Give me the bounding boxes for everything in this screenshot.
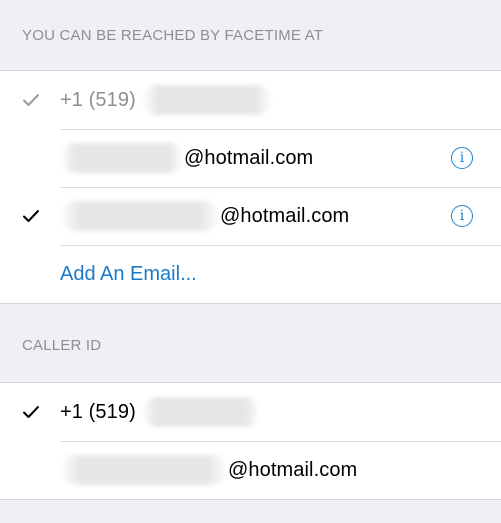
email-domain: @hotmail.com [228, 458, 358, 481]
phone-number-prefix: +1 (519) [60, 88, 136, 111]
info-icon[interactable]: i [451, 147, 473, 169]
caller-id-email-label: @hotmail.com [60, 455, 357, 485]
info-icon[interactable]: i [451, 205, 473, 227]
facetime-row-email-1[interactable]: @hotmail.com i [0, 129, 501, 187]
checkmark-icon [22, 403, 40, 421]
facetime-row-email-2[interactable]: @hotmail.com i [0, 187, 501, 245]
redacted-phone-digits [141, 397, 260, 427]
checkmark-icon [22, 91, 40, 109]
add-email-row[interactable]: Add An Email... [0, 245, 501, 303]
facetime-phone-label: +1 (519) [60, 85, 272, 115]
redacted-email-user [60, 455, 228, 485]
caller-id-phone-label: +1 (519) [60, 397, 260, 427]
facetime-addresses-group: +1 (519) @hotmail.com i @hotmail.com i A… [0, 70, 501, 304]
caller-id-group: +1 (519) @hotmail.com [0, 382, 501, 500]
facetime-settings-screen: YOU CAN BE REACHED BY FACETIME AT +1 (51… [0, 0, 501, 523]
add-email-link[interactable]: Add An Email... [60, 263, 197, 286]
caller-id-section-header: CALLER ID [0, 308, 501, 382]
facetime-section-title: YOU CAN BE REACHED BY FACETIME AT [22, 26, 324, 44]
caller-id-row-phone[interactable]: +1 (519) [0, 383, 501, 441]
redacted-phone-digits [141, 85, 272, 115]
redacted-email-user [60, 201, 220, 231]
facetime-section-header: YOU CAN BE REACHED BY FACETIME AT [0, 0, 501, 70]
redacted-email-user [60, 143, 184, 173]
facetime-email-2-label: @hotmail.com [60, 201, 349, 231]
caller-id-section-title: CALLER ID [22, 336, 102, 354]
phone-number-prefix: +1 (519) [60, 400, 136, 423]
caller-id-row-email[interactable]: @hotmail.com [0, 441, 501, 499]
email-domain: @hotmail.com [220, 204, 350, 227]
facetime-row-phone[interactable]: +1 (519) [0, 71, 501, 129]
checkmark-icon [22, 207, 40, 225]
facetime-email-1-label: @hotmail.com [60, 143, 313, 173]
email-domain: @hotmail.com [184, 146, 314, 169]
